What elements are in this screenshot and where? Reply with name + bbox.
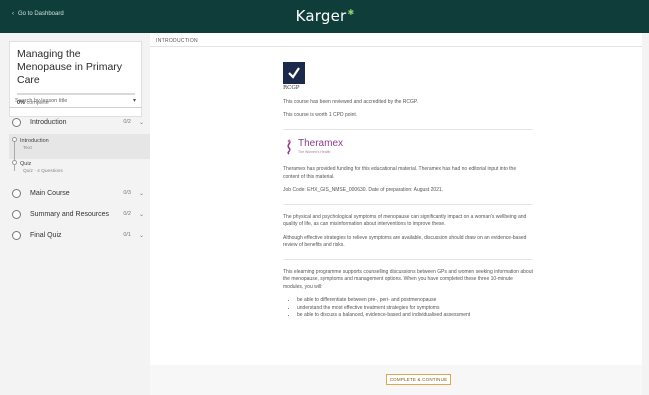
list-item: be able to differentiate between pre-, p… [297, 297, 533, 305]
scrollbar[interactable] [642, 33, 649, 395]
sidebar: Managing the Menopause in Primary Care 0… [0, 33, 150, 395]
lesson-summary-and-resources[interactable]: Summary and Resources 0/2 ⌄ [9, 205, 150, 223]
complete-and-continue-button[interactable]: COMPLETE & CONTINUE [386, 374, 451, 385]
lesson-item-meta: Text [23, 146, 32, 151]
incomplete-dot-icon [12, 137, 17, 142]
paragraph: The physical and psychological symptoms … [283, 213, 527, 228]
paragraph: This elearning programme supports counse… [283, 268, 533, 290]
divider [283, 258, 533, 260]
rcgp-logo [283, 62, 305, 84]
lesson-content: INTRODUCTION RCGP This course has been r… [150, 33, 642, 365]
lesson-final-quiz[interactable]: Final Quiz 0/1 ⌄ [9, 226, 150, 244]
lesson-search-select[interactable]: Search by lesson title ▾ [9, 94, 142, 108]
top-bar: ‹ Go to Dashboard Karger✱ [0, 0, 649, 33]
lesson-introduction[interactable]: Introduction 0/2 ⌄ [9, 113, 150, 131]
theramex-logo: Theramex The Women's Health [283, 137, 533, 157]
paragraph: Job Code: EHX_GIS_NMSE_000630. Date of p… [283, 187, 444, 193]
search-select-label: Search by lesson title [15, 98, 68, 104]
section-header: INTRODUCTION [150, 33, 642, 47]
lesson-item-meta: Quiz · 4 Questions [23, 169, 63, 174]
divider [283, 203, 533, 205]
lesson-connector [14, 141, 15, 171]
paragraph: This course has been reviewed and accred… [283, 98, 418, 105]
theramex-name: Theramex [298, 137, 344, 149]
list-item: be able to discuss a balanced, evidence-… [297, 312, 533, 320]
theramex-tagline: The Women's Health [298, 149, 331, 154]
lesson-title: Final Quiz [30, 231, 62, 239]
lesson-item-quiz[interactable]: Quiz [20, 161, 31, 167]
incomplete-dot-icon [12, 160, 17, 165]
lesson-body: RCGP This course has been reviewed and a… [283, 62, 533, 320]
lesson-footer: COMPLETE & CONTINUE [150, 365, 642, 395]
lesson-count: 0/2 [123, 119, 131, 125]
lesson-title: Main Course [30, 189, 70, 197]
brand-logo: Karger✱ [0, 7, 649, 25]
paragraph: Although effective strategies to relieve… [283, 234, 527, 249]
lesson-title: Summary and Resources [30, 210, 109, 218]
theramex-figure-icon [287, 139, 291, 155]
lesson-count: 0/1 [123, 232, 131, 238]
list-item: understand the most effective treatment … [297, 305, 533, 313]
course-title: Managing the Menopause in Primary Care [17, 48, 123, 86]
lesson-item-title: Introduction [20, 138, 49, 144]
paragraph: This course is worth 1 CPD point. [283, 112, 358, 118]
incomplete-circle-icon [12, 117, 21, 127]
lesson-title: Introduction [30, 118, 67, 126]
lesson-count: 0/3 [123, 190, 131, 196]
learning-outcomes-list: be able to differentiate between pre-, p… [283, 297, 533, 320]
rcgp-label: RCGP [283, 85, 300, 91]
incomplete-circle-icon [12, 188, 21, 198]
paragraph: Theramex has provided funding for this e… [283, 166, 517, 180]
lesson-main-course[interactable]: Main Course 0/3 ⌄ [9, 184, 150, 202]
chevron-down-icon: ⌄ [138, 211, 144, 218]
chevron-down-icon: ⌄ [138, 232, 144, 239]
checkmark-icon [288, 67, 300, 79]
divider [283, 128, 533, 130]
incomplete-circle-icon [12, 209, 21, 219]
lesson-count: 0/2 [123, 211, 131, 217]
chevron-down-icon: ⌄ [138, 119, 144, 126]
incomplete-circle-icon [12, 230, 21, 240]
chevron-down-icon: ⌄ [138, 190, 144, 197]
brand-name: Karger [295, 7, 347, 25]
sprout-icon: ✱ [347, 8, 355, 17]
caret-down-icon: ▾ [132, 98, 136, 104]
